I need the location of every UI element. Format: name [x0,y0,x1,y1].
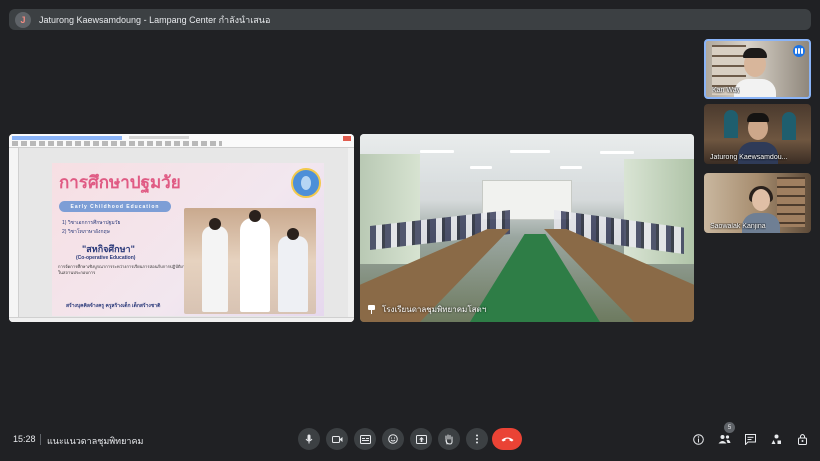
camera-button[interactable] [326,428,348,450]
presenter-banner: J Jaturong Kaewsamdoung - Lampang Center… [9,9,811,30]
slide-coop-english: (Co-operative Education) [76,255,136,261]
slide-item-1: 1) วิชาเอกการศึกษาปฐมวัย [62,220,121,226]
slide-photo [184,208,316,314]
participant-name: Kan Way [712,87,741,94]
present-button[interactable] [410,428,432,450]
raise-hand-button[interactable] [438,428,460,450]
host-controls-icon [797,434,807,445]
captions-button[interactable] [354,428,376,450]
divider [40,434,41,445]
ppt-status-bar [9,317,354,322]
bottom-control-bar: 15:28 แนะแนวดาลชุมพิทยาคม 5 [0,420,820,461]
university-logo [291,168,321,198]
raise-hand-icon [445,434,453,445]
more-options-button[interactable] [466,428,488,450]
mic-icon [305,434,313,444]
speaking-indicator-icon [793,45,805,57]
end-call-icon [501,437,513,442]
meeting-details-button[interactable] [690,431,706,447]
emoji-icon [388,434,398,444]
camera-icon [331,435,342,443]
chat-icon [744,433,756,445]
participant-tile-2[interactable]: Jaturong Kaewsamdou... [704,104,811,164]
slide-item-2: 2) วิชาโทภาษาอังกฤษ [62,229,110,235]
participant-tile-3[interactable]: Saowalak Kanjina [704,173,811,233]
captions-icon [359,434,371,444]
meeting-name: แนะแนวดาลชุมพิทยาคม [47,436,144,446]
chat-button[interactable] [742,431,758,447]
activities-button[interactable] [768,431,784,447]
slide-body-text: การจัดการศึกษาเชิงบูรณาการระหว่างการเรีย… [58,264,195,275]
mic-button[interactable] [298,428,320,450]
clock: 15:28 [13,434,36,444]
slide-title: การศึกษาปฐมวัย [59,173,181,193]
participant-tile-1[interactable]: Kan Way [704,39,811,99]
info-icon [692,433,704,445]
slide-subtitle: Early Childhood Education [59,201,171,212]
presenter-banner-text: Jaturong Kaewsamdoung - Lampang Center ก… [39,14,271,25]
presentation-slide: การศึกษาปฐมวัย Early Childhood Education… [52,163,324,316]
ppt-toolbar [9,134,354,148]
slide-coop-heading: "สหกิจศึกษา" [82,244,135,254]
reactions-button[interactable] [382,428,404,450]
classroom-name-label: โรงเรียนดาลชุมพิทยาคมโสตฯ [367,303,486,316]
participant-name: Saowalak Kanjina [710,223,766,230]
people-button[interactable] [716,431,732,447]
slide-footer: สร้างบุคคิลจ้างครู ครูสร้างเด็ก เด็กสร้า… [66,303,161,309]
more-options-icon [476,434,478,444]
activities-icon [771,434,781,444]
present-icon [415,434,427,444]
presenter-avatar: J [15,11,31,28]
people-icon [718,435,730,444]
participant-name: Jaturong Kaewsamdou... [710,154,788,161]
pin-icon [367,305,376,314]
ppt-side-panel [9,148,19,322]
host-controls-button[interactable] [794,431,810,447]
end-call-button[interactable] [492,428,522,450]
classroom-name: โรงเรียนดาลชุมพิทยาคมโสตฯ [382,305,487,314]
presentation-tile[interactable]: การศึกษาปฐมวัย Early Childhood Education… [9,134,354,322]
classroom-video-tile[interactable]: โรงเรียนดาลชุมพิทยาคมโสตฯ [360,134,694,322]
ppt-scrollbar [348,148,354,322]
